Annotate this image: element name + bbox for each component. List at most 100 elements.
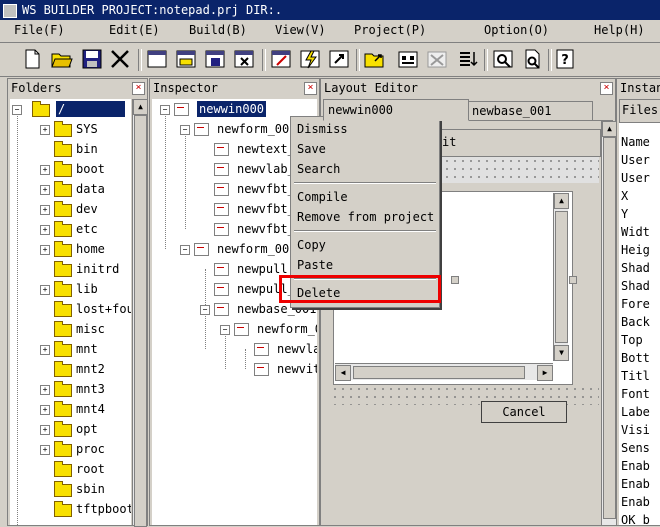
open-window-icon[interactable] [174, 47, 198, 71]
open-project-icon[interactable] [363, 47, 387, 71]
property-label[interactable]: Heig [621, 241, 650, 259]
scroll-thumb[interactable] [603, 137, 616, 519]
expand-icon[interactable]: + [40, 345, 50, 355]
expand-icon[interactable]: + [40, 425, 50, 435]
text-hscroll[interactable]: ◀ ▶ [335, 363, 553, 381]
tab-newbase-001[interactable]: newbase_001 [467, 101, 593, 120]
scroll-up-icon[interactable]: ▲ [133, 99, 148, 115]
property-label[interactable]: Font [621, 385, 650, 403]
widget-icon [214, 203, 229, 216]
expand-icon[interactable]: + [40, 125, 50, 135]
property-label[interactable]: X [621, 187, 628, 205]
collapse-icon[interactable]: − [200, 305, 210, 315]
scroll-right-icon[interactable]: ▶ [537, 365, 553, 381]
resize-handle[interactable] [569, 276, 577, 284]
menu-item-search[interactable]: Search [297, 160, 340, 178]
expand-icon[interactable]: + [40, 225, 50, 235]
property-label[interactable]: Shad [621, 259, 650, 277]
expand-icon[interactable]: + [40, 245, 50, 255]
expand-icon[interactable]: + [40, 185, 50, 195]
save-icon[interactable] [80, 47, 104, 71]
resize-handle[interactable] [451, 276, 459, 284]
property-label[interactable]: User [621, 169, 650, 187]
widget-icon [254, 343, 269, 356]
cancel-button[interactable]: Cancel [481, 401, 567, 423]
property-label[interactable]: Enab [621, 493, 650, 511]
menu-item-dismiss[interactable]: Dismiss [297, 120, 348, 138]
property-label[interactable]: Top [621, 331, 643, 349]
scroll-up-icon[interactable]: ▲ [602, 121, 617, 137]
menu-option[interactable]: Option(O) [484, 23, 549, 37]
property-label[interactable]: Sens [621, 439, 650, 457]
expand-icon[interactable]: + [40, 205, 50, 215]
property-label[interactable]: Name [621, 133, 650, 151]
inspector-close-icon[interactable]: × [304, 82, 317, 95]
expand-icon[interactable]: + [40, 385, 50, 395]
property-label[interactable]: Visi [621, 421, 650, 439]
tools-icon[interactable] [425, 47, 449, 71]
collapse-icon[interactable]: − [180, 125, 190, 135]
scroll-thumb[interactable] [134, 115, 147, 527]
build-icon[interactable] [298, 47, 322, 71]
properties-icon[interactable] [456, 47, 480, 71]
folders-scrollbar[interactable]: ▲ [132, 99, 148, 527]
folder-icon [54, 201, 72, 217]
edit-window-icon[interactable] [269, 47, 293, 71]
menu-build[interactable]: Build(B) [189, 23, 247, 37]
menu-help[interactable]: Help(H) [594, 23, 645, 37]
property-label[interactable]: Titl [621, 367, 650, 385]
close-window-icon[interactable] [232, 47, 256, 71]
scroll-up-icon[interactable]: ▲ [554, 193, 569, 209]
layout-editor-close-icon[interactable]: × [600, 82, 613, 95]
tab-newwin000[interactable]: newwin000 [323, 99, 469, 121]
collapse-icon[interactable]: − [220, 325, 230, 335]
base-icon [214, 303, 229, 316]
property-label[interactable]: Fore [621, 295, 650, 313]
property-label[interactable]: User [621, 151, 650, 169]
menu-item-paste[interactable]: Paste [297, 256, 333, 274]
new-window-icon[interactable] [145, 47, 169, 71]
expand-icon[interactable]: + [40, 405, 50, 415]
expand-icon[interactable]: + [40, 165, 50, 175]
tree-item-root[interactable]: − / [10, 99, 130, 119]
menu-file[interactable]: File(F) [14, 23, 65, 37]
scroll-thumb[interactable] [555, 211, 568, 343]
expand-icon[interactable]: + [40, 445, 50, 455]
property-label[interactable]: Widt [621, 223, 650, 241]
run-icon[interactable] [327, 47, 351, 71]
property-label[interactable]: Bott [621, 349, 650, 367]
collapse-icon[interactable]: − [160, 105, 170, 115]
property-label[interactable]: OK b [621, 511, 650, 525]
property-label[interactable]: Labe [621, 403, 650, 421]
save-window-icon[interactable] [203, 47, 227, 71]
property-label[interactable]: Y [621, 205, 628, 223]
text-vscroll[interactable]: ▲ ▼ [553, 193, 569, 361]
collapse-icon[interactable]: − [12, 105, 22, 115]
find-icon[interactable] [491, 47, 515, 71]
menu-project[interactable]: Project(P) [354, 23, 426, 37]
menu-item-compile[interactable]: Compile [297, 188, 348, 206]
preview-icon[interactable] [520, 47, 544, 71]
instance-files-header[interactable]: Files [619, 99, 660, 123]
open-folder-icon[interactable] [50, 47, 74, 71]
menu-edit[interactable]: Edit(E) [109, 23, 160, 37]
cut-icon[interactable] [108, 47, 132, 71]
menu-item-remove-from-project[interactable]: Remove from project [297, 208, 434, 226]
menu-view[interactable]: View(V) [275, 23, 326, 37]
compile-icon[interactable] [396, 47, 420, 71]
new-file-icon[interactable] [20, 47, 44, 71]
scroll-thumb[interactable] [353, 366, 525, 379]
menu-item-save[interactable]: Save [297, 140, 326, 158]
scroll-left-icon[interactable]: ◀ [335, 365, 351, 381]
scroll-down-icon[interactable]: ▼ [554, 345, 569, 361]
property-label[interactable]: Shad [621, 277, 650, 295]
property-label[interactable]: Back [621, 313, 650, 331]
collapse-icon[interactable]: − [180, 245, 190, 255]
property-label[interactable]: Enab [621, 457, 650, 475]
help-icon[interactable]: ? [553, 47, 577, 71]
menu-item-copy[interactable]: Copy [297, 236, 326, 254]
property-label[interactable]: Enab [621, 475, 650, 493]
expand-icon[interactable]: + [40, 285, 50, 295]
folders-close-icon[interactable]: × [132, 82, 145, 95]
layout-scrollbar[interactable]: ▲ [601, 121, 617, 525]
